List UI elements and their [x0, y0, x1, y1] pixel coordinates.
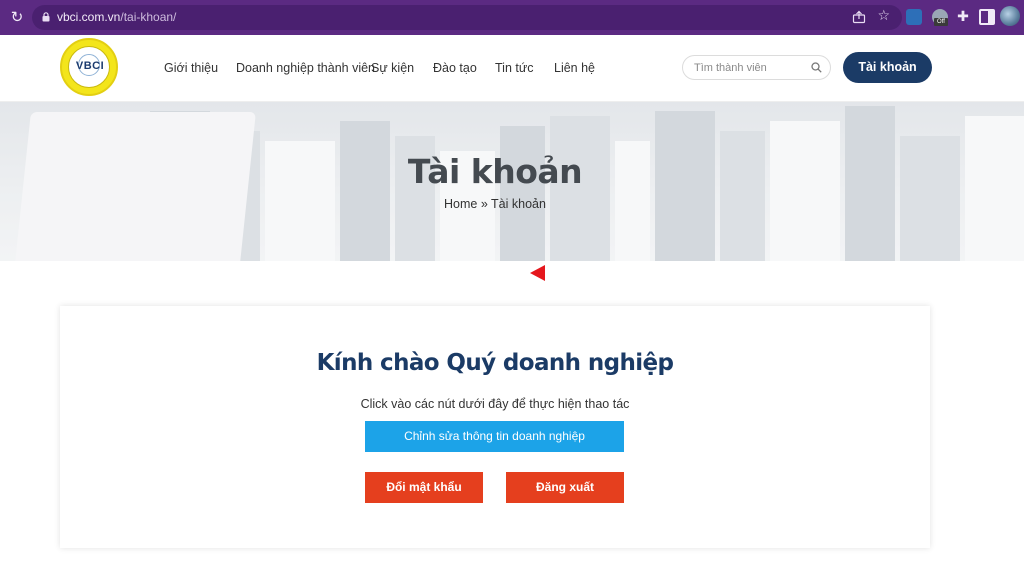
bookmark-star-icon[interactable]: ☆	[877, 8, 890, 24]
profile-avatar[interactable]	[1000, 6, 1020, 26]
member-search-input[interactable]: Tìm thành viên	[682, 55, 831, 80]
extension-icon[interactable]	[906, 9, 922, 25]
account-button[interactable]: Tài khoản	[843, 52, 932, 83]
logo-text: VBCI	[75, 60, 105, 72]
logout-button[interactable]: Đăng xuất	[506, 472, 624, 503]
nav-doanh-nghiep-thanh-vien[interactable]: Doanh nghiệp thành viên	[236, 61, 375, 75]
nav-gioi-thieu[interactable]: Giới thiệu	[164, 61, 218, 75]
change-password-button[interactable]: Đổi mật khẩu	[365, 472, 483, 503]
nav-lien-he[interactable]: Liên hệ	[554, 61, 595, 75]
reload-icon[interactable]: ↻	[9, 9, 25, 25]
vbci-logo[interactable]: VBCI	[60, 38, 118, 96]
welcome-title: Kính chào Quý doanh nghiệp	[316, 350, 674, 376]
side-panel-icon[interactable]	[979, 9, 995, 25]
nav-dao-tao[interactable]: Đào tạo	[433, 61, 477, 75]
extension-badge: Off	[934, 18, 948, 26]
address-url: vbci.com.vn/tai-khoan/	[57, 10, 176, 24]
lock-icon	[42, 12, 50, 22]
browser-toolbar: ↻ vbci.com.vn/tai-khoan/ ☆ Off ✚	[0, 0, 1024, 35]
logo-inner: VBCI	[68, 46, 110, 88]
address-bar[interactable]: vbci.com.vn/tai-khoan/ ☆	[32, 5, 902, 30]
account-card: Kính chào Quý doanh nghiệp Click vào các…	[60, 306, 930, 548]
nav-su-kien[interactable]: Sự kiện	[371, 61, 414, 75]
edit-company-info-button[interactable]: Chỉnh sửa thông tin doanh nghiệp	[365, 421, 624, 452]
hero-banner: Tài khoản Home » Tài khoản	[0, 102, 1024, 261]
puzzle-icon[interactable]: ✚	[955, 9, 971, 25]
page-title: Tài khoản	[407, 152, 583, 191]
search-icon[interactable]	[811, 62, 822, 73]
share-icon[interactable]	[852, 10, 866, 24]
url-host: vbci.com.vn	[57, 10, 121, 24]
site-header: VBCI Giới thiệu Doanh nghiệp thành viên …	[0, 35, 1024, 102]
search-placeholder: Tìm thành viên	[694, 62, 767, 74]
extension-off-icon[interactable]: Off	[932, 9, 948, 26]
url-path: /tai-khoan/	[120, 10, 177, 24]
instruction-text: Click vào các nút dưới đây để thực hiện …	[360, 397, 630, 411]
nav-tin-tuc[interactable]: Tin tức	[495, 61, 533, 75]
annotation-triangle-marker	[530, 265, 545, 281]
breadcrumb[interactable]: Home » Tài khoản	[0, 197, 990, 211]
